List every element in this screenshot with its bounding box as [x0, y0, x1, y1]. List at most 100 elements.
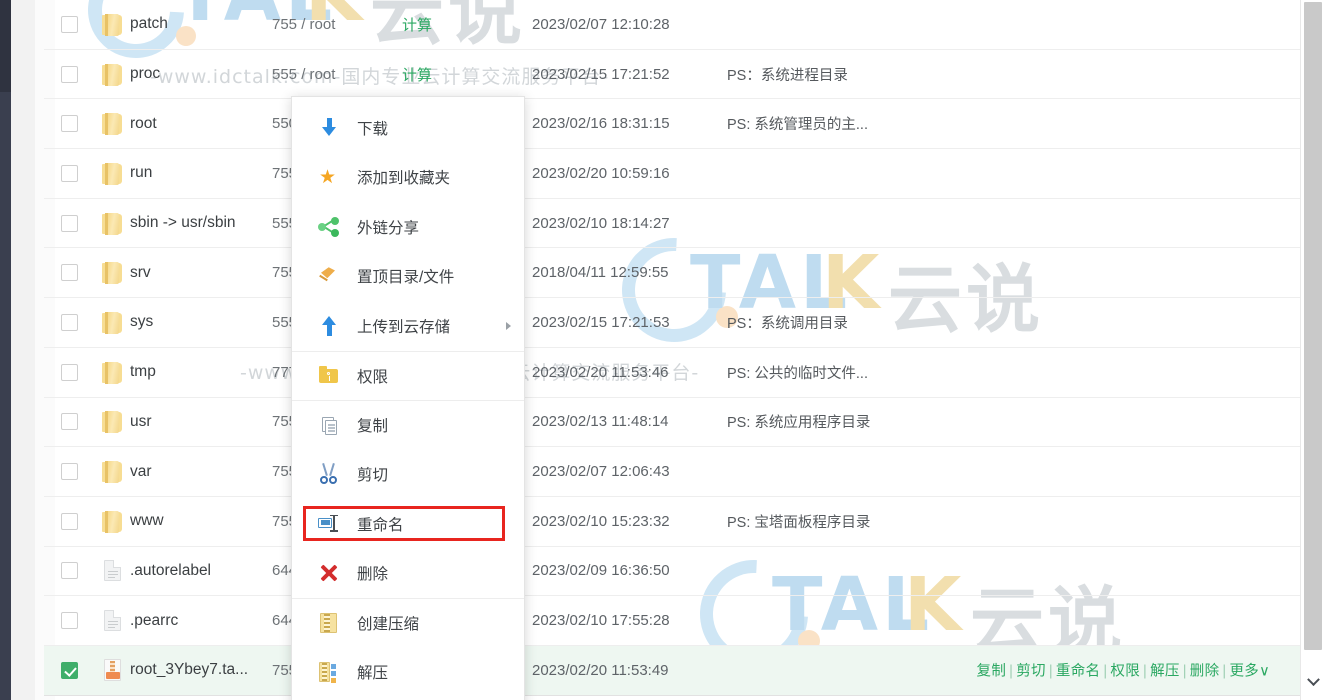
row-checkbox-cell[interactable] — [44, 313, 94, 331]
row-checkbox[interactable] — [60, 512, 78, 530]
file-name[interactable]: sys — [130, 313, 272, 331]
table-row[interactable]: sbin -> usr/sbin555 / root计算2023/02/10 1… — [44, 199, 1300, 249]
row-checkbox-cell[interactable] — [44, 363, 94, 381]
file-name[interactable]: www — [130, 512, 272, 530]
context-menu-item-delete-x[interactable]: 删除 — [292, 549, 524, 599]
context-menu-item-unzip[interactable]: 解压 — [292, 648, 524, 698]
row-checkbox[interactable] — [60, 612, 78, 630]
file-modified-time: 2023/02/16 18:31:15 — [532, 115, 670, 133]
context-menu-item-share[interactable]: 外链分享 — [292, 202, 524, 252]
copy-icon — [318, 414, 340, 436]
table-row[interactable]: root_3Ybey7.ta...755 / www55.55 MB2023/0… — [44, 645, 1300, 696]
row-checkbox[interactable] — [60, 413, 78, 431]
table-row[interactable]: tmp777 / root计算2023/02/20 11:53:46PS: 公共… — [44, 348, 1300, 398]
row-checkbox-cell[interactable] — [44, 65, 94, 83]
table-row[interactable]: sys555 / root计算2023/02/15 17:21:53PS：系统调… — [44, 298, 1300, 348]
row-checkbox[interactable] — [60, 661, 78, 679]
table-row[interactable]: root550 / root计算2023/02/16 18:31:15PS: 系… — [44, 99, 1300, 150]
file-modified-time: 2023/02/10 15:23:32 — [532, 512, 670, 530]
row-checkbox-cell[interactable] — [44, 512, 94, 530]
row-checkbox-cell[interactable] — [44, 661, 94, 679]
file-name[interactable]: sbin -> usr/sbin — [130, 214, 272, 232]
vertical-scrollbar[interactable] — [1300, 0, 1324, 700]
table-row[interactable]: srv755 / root计算2018/04/11 12:59:55 — [44, 248, 1300, 299]
row-checkbox-cell[interactable] — [44, 562, 94, 580]
context-menu-item-rename[interactable]: 重命名 — [292, 499, 524, 549]
file-name[interactable]: srv — [130, 264, 272, 282]
rename-icon — [318, 513, 340, 535]
context-menu-item-pin[interactable]: 置顶目录/文件 — [292, 252, 524, 302]
action-delete[interactable]: 删除 — [1190, 664, 1220, 680]
archive-file-icon — [103, 659, 121, 682]
folder-key-icon — [318, 365, 340, 387]
row-checkbox-cell[interactable] — [44, 15, 94, 33]
file-permission[interactable]: 555 / root — [272, 66, 402, 83]
file-name[interactable]: proc — [130, 65, 272, 83]
file-name[interactable]: var — [130, 463, 272, 481]
context-menu-item-star[interactable]: ★ 添加到收藏夹 — [292, 153, 524, 203]
file-modified-time: 2023/02/07 12:10:28 — [532, 15, 670, 33]
row-checkbox-cell[interactable] — [44, 612, 94, 630]
file-modified-time: 2018/04/11 12:59:55 — [532, 264, 669, 282]
table-row[interactable]: usr755 / root计算2023/02/13 11:48:14PS: 系统… — [44, 398, 1300, 448]
row-checkbox-cell[interactable] — [44, 413, 94, 431]
file-name[interactable]: root_3Ybey7.ta... — [130, 661, 272, 679]
row-checkbox-cell[interactable] — [44, 164, 94, 182]
file-name[interactable]: .pearrc — [130, 612, 272, 630]
context-menu-item-upload[interactable]: 上传到云存储 — [292, 301, 524, 351]
row-checkbox[interactable] — [60, 463, 78, 481]
action-unzip[interactable]: 解压 — [1150, 664, 1180, 680]
row-checkbox[interactable] — [60, 264, 78, 282]
action-more[interactable]: 更多∨ — [1229, 664, 1270, 680]
table-row[interactable]: .pearrc644 / root97 b2023/02/10 17:55:28 — [44, 596, 1300, 646]
table-row[interactable]: .autorelabel644 / root0 b2023/02/09 16:3… — [44, 547, 1300, 597]
context-menu-item-zip[interactable]: 创建压缩 — [292, 598, 524, 648]
calculate-size-link[interactable]: 计算 — [402, 67, 432, 84]
file-name[interactable]: root — [130, 115, 272, 133]
action-permission[interactable]: 权限 — [1110, 664, 1140, 680]
file-name[interactable]: tmp — [130, 363, 272, 381]
file-name[interactable]: patch — [130, 15, 272, 33]
folder-icon — [102, 63, 122, 86]
table-row[interactable]: run755 / root计算2023/02/20 10:59:16 — [44, 149, 1300, 199]
table-row[interactable]: var755 / root计算2023/02/07 12:06:43 — [44, 447, 1300, 497]
file-permission[interactable]: 755 / root — [272, 16, 402, 33]
table-row[interactable]: patch 755 / root 计算 2023/02/07 12:10:28 — [44, 0, 1300, 50]
action-rename[interactable]: 重命名 — [1056, 664, 1100, 680]
table-row[interactable]: www755 / www计算2023/02/10 15:23:32PS: 宝塔面… — [44, 497, 1300, 547]
calculate-size-link[interactable]: 计算 — [402, 17, 432, 34]
row-checkbox[interactable] — [60, 313, 78, 331]
action-cut[interactable]: 剪切 — [1016, 664, 1046, 680]
context-menu-item-copy[interactable]: 复制 — [292, 400, 524, 450]
context-menu-item-download[interactable]: 下载 — [292, 103, 524, 153]
file-name[interactable]: run — [130, 164, 272, 182]
scrollbar-thumb[interactable] — [1304, 2, 1322, 650]
context-menu-item-scissors[interactable]: 剪切 — [292, 450, 524, 500]
table-row[interactable]: proc 555 / root 计算 2023/02/15 17:21:52 PS：系统… — [44, 50, 1300, 100]
file-description: PS: 系统应用程序目录 — [727, 415, 871, 432]
row-checkbox-cell[interactable] — [44, 463, 94, 481]
row-checkbox-cell[interactable] — [44, 214, 94, 232]
action-copy[interactable]: 复制 — [977, 664, 1007, 680]
row-checkbox[interactable] — [60, 363, 78, 381]
row-checkbox[interactable] — [60, 214, 78, 232]
row-checkbox-cell[interactable] — [44, 115, 94, 133]
delete-x-icon — [318, 562, 340, 584]
file-modified-time: 2023/02/20 11:53:46 — [532, 363, 669, 381]
file-name[interactable]: .autorelabel — [130, 562, 272, 580]
text-file-icon — [103, 610, 121, 632]
context-menu-item-folder-key[interactable]: 权限 — [292, 350, 524, 401]
row-icon-cell — [94, 262, 130, 285]
chevron-down-icon[interactable] — [1301, 670, 1324, 694]
row-checkbox[interactable] — [60, 164, 78, 182]
file-name[interactable]: usr — [130, 413, 272, 431]
row-checkbox[interactable] — [60, 15, 78, 33]
row-checkbox[interactable] — [60, 562, 78, 580]
row-checkbox[interactable] — [60, 115, 78, 133]
row-checkbox[interactable] — [60, 65, 78, 83]
file-modified-time: 2023/02/15 17:21:53 — [532, 313, 670, 331]
zip-icon — [318, 612, 340, 634]
row-checkbox-cell[interactable] — [44, 264, 94, 282]
context-menu-item-label: 外链分享 — [357, 219, 420, 237]
file-context-menu[interactable]: 下载 ★ 添加到收藏夹外链分享置顶目录/文件 上传到云存储 权限 复制 剪切 重命名 删除 创建压… — [291, 96, 525, 700]
